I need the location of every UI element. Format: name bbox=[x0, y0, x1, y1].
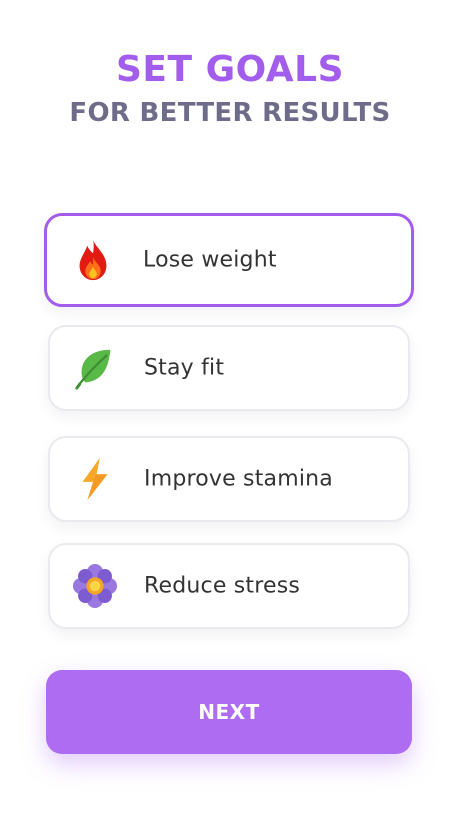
goal-option-label: Stay fit bbox=[144, 355, 225, 381]
goal-option-label: Lose weight bbox=[143, 247, 277, 273]
page-title: SET GOALS bbox=[115, 49, 345, 90]
page-subtitle: FOR BETTER RESULTS bbox=[69, 98, 391, 128]
lightning-icon bbox=[82, 457, 108, 501]
flower-icon bbox=[72, 563, 118, 609]
goals-screen: SET GOALS FOR BETTER RESULTS Lose weight… bbox=[0, 0, 460, 818]
goal-option-stay-fit[interactable]: Stay fit bbox=[48, 325, 410, 411]
goal-option-label: Reduce stress bbox=[144, 573, 301, 599]
goal-option-reduce-stress[interactable]: Reduce stress bbox=[48, 543, 410, 629]
flame-icon bbox=[79, 239, 107, 281]
goal-option-improve-stamina[interactable]: Improve stamina bbox=[48, 436, 410, 522]
next-button[interactable]: NEXT bbox=[46, 670, 412, 754]
leaf-icon bbox=[75, 349, 111, 390]
goal-option-label: Improve stamina bbox=[144, 466, 333, 492]
goal-option-lose-weight[interactable]: Lose weight bbox=[44, 213, 414, 307]
